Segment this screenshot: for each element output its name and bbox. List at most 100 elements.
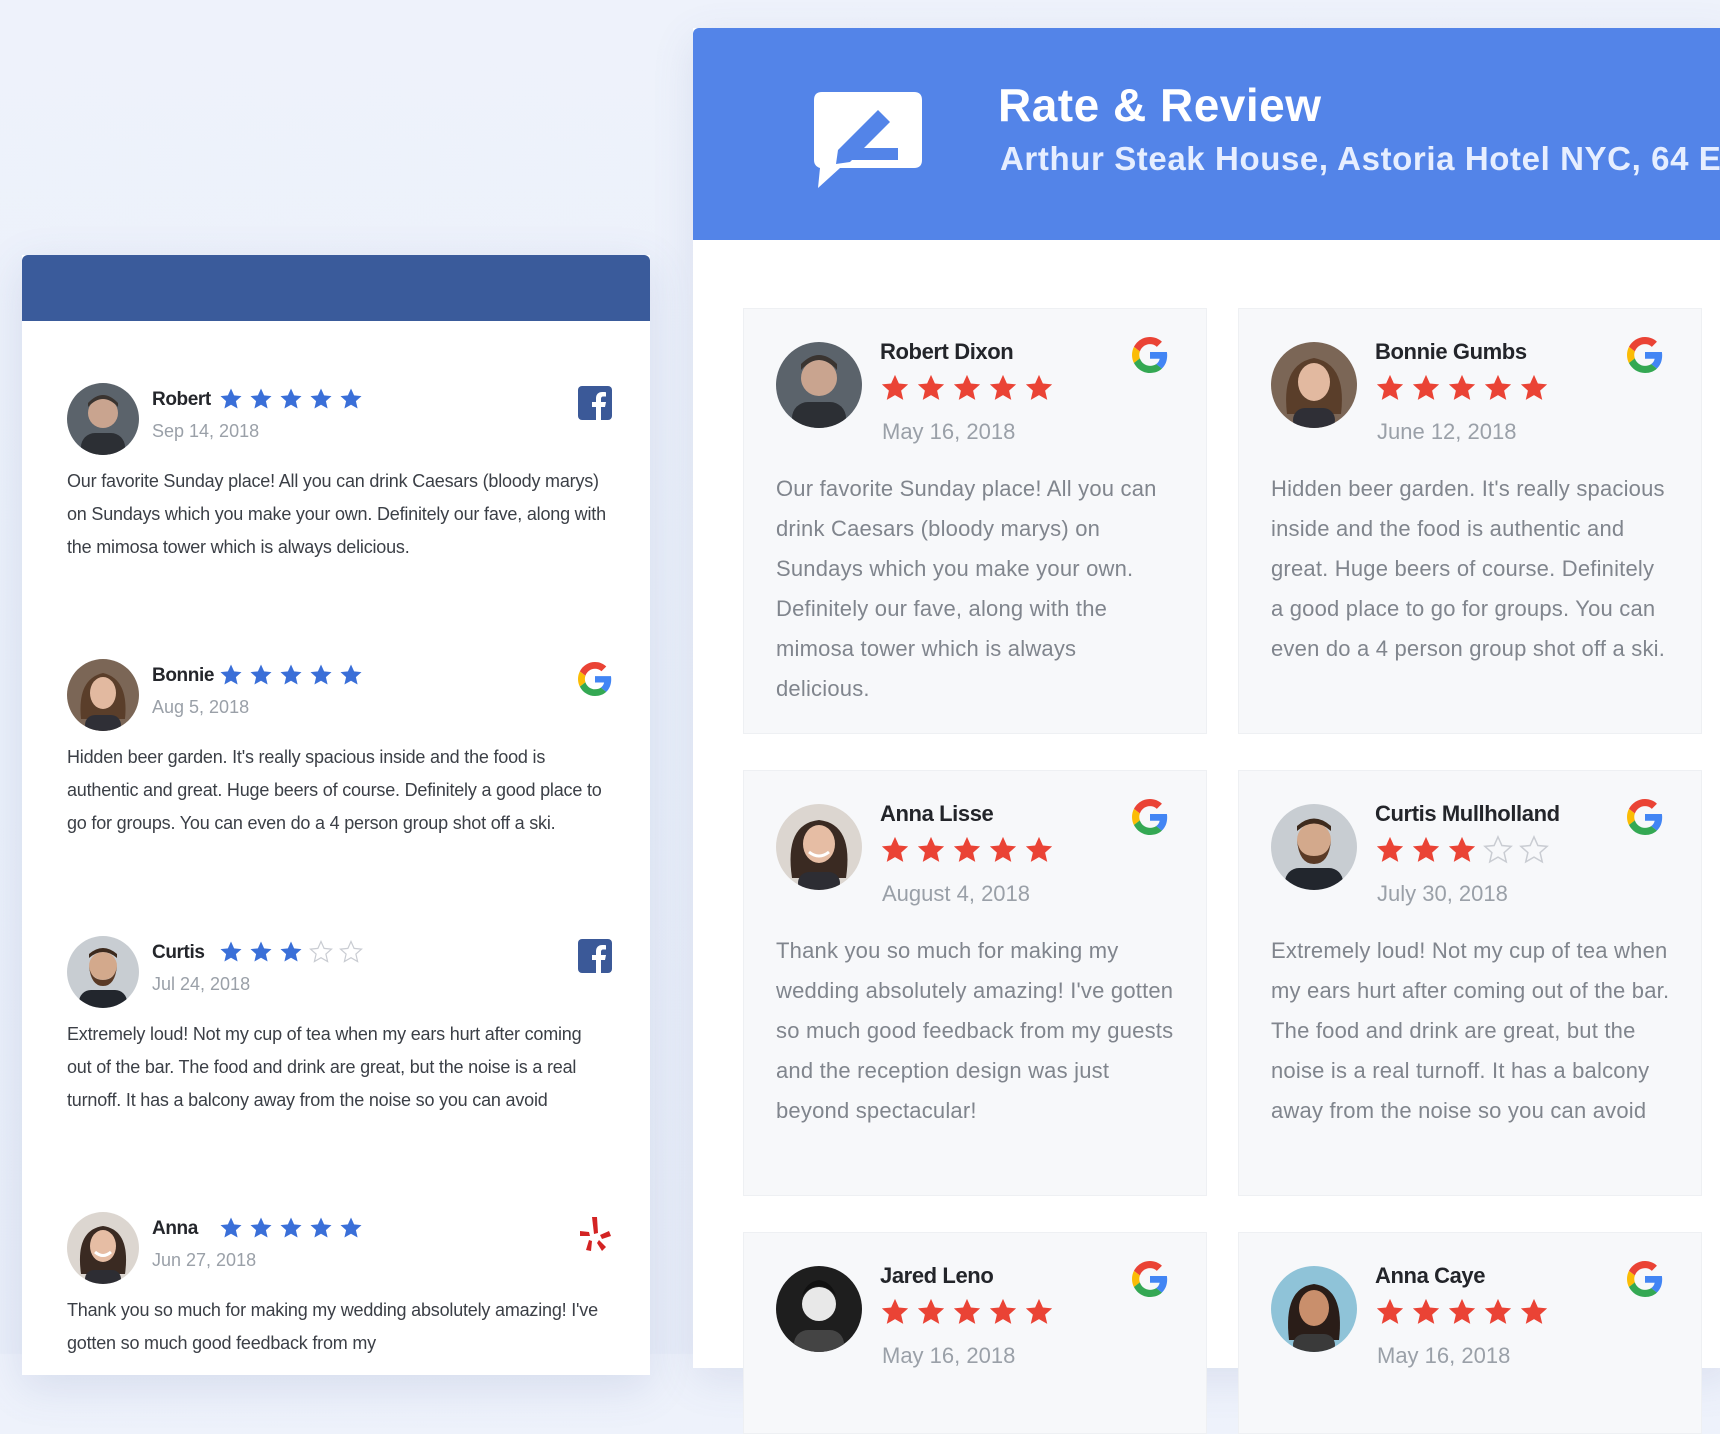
google-icon[interactable] <box>1132 1261 1168 1297</box>
review-date: Jul 24, 2018 <box>152 974 251 994</box>
avatar <box>67 659 139 731</box>
star-filled-icon <box>988 1297 1018 1332</box>
star-filled-icon <box>339 663 363 692</box>
star-filled-icon <box>249 940 273 969</box>
review-date: May 16, 2018 <box>882 419 1016 444</box>
reviewer-name: Jared Leno <box>880 1263 994 1288</box>
star-empty-icon <box>1519 835 1549 870</box>
review-text: Extremely loud! Not my cup of tea when m… <box>1271 938 1670 1123</box>
star-rating <box>1375 835 1555 870</box>
star-filled-icon <box>952 373 982 408</box>
review-date: July 30, 2018 <box>1377 881 1508 906</box>
rate-review-panel: Rate & Review Arthur Steak House, Astori… <box>693 28 1720 1434</box>
star-filled-icon <box>309 1216 333 1245</box>
yelp-icon[interactable] <box>578 1215 612 1251</box>
avatar <box>67 936 139 1008</box>
review-card[interactable]: Anna Lisse August 4, 2018 Thank you so m… <box>743 770 1207 1196</box>
review-card[interactable]: Bonnie Gumbs June 12, 2018 Hidden beer g… <box>1238 308 1702 734</box>
review-card[interactable]: Robert Dixon May 16, 2018 Our favorite S… <box>743 308 1207 734</box>
star-filled-icon <box>880 835 910 870</box>
panel-header: Rate & Review Arthur Steak House, Astori… <box>693 28 1720 240</box>
star-filled-icon <box>916 373 946 408</box>
star-rating <box>219 1216 369 1245</box>
star-filled-icon <box>279 1216 303 1245</box>
star-filled-icon <box>916 1297 946 1332</box>
review-date: Jun 27, 2018 <box>152 1250 257 1270</box>
reviewer-name: Robert <box>152 389 211 410</box>
star-filled-icon <box>1447 373 1477 408</box>
list-item[interactable]: Anna Jun 27, 2018 Thank you so much for … <box>67 1212 612 1372</box>
star-rating <box>880 835 1060 870</box>
star-empty-icon <box>1483 835 1513 870</box>
review-card[interactable]: Jared Leno May 16, 2018 <box>743 1232 1207 1434</box>
star-filled-icon <box>279 663 303 692</box>
reviewer-name: Curtis Mullholland <box>1375 801 1560 826</box>
facebook-icon[interactable] <box>578 939 612 973</box>
reviewer-name: Curtis <box>152 942 205 963</box>
google-icon[interactable] <box>1132 337 1168 373</box>
review-date: June 12, 2018 <box>1377 419 1517 444</box>
avatar <box>1271 342 1357 428</box>
star-filled-icon <box>1375 373 1405 408</box>
avatar <box>67 1212 139 1284</box>
review-date: May 16, 2018 <box>1377 1343 1511 1368</box>
avatar <box>1271 1266 1357 1352</box>
review-date: August 4, 2018 <box>882 881 1031 906</box>
star-filled-icon <box>1447 835 1477 870</box>
review-card[interactable]: Curtis Mullholland July 30, 2018 Extreme… <box>1238 770 1702 1196</box>
star-filled-icon <box>1375 1297 1405 1332</box>
star-filled-icon <box>219 1216 243 1245</box>
list-item[interactable]: Robert Sep 14, 2018 Our favorite Sunday … <box>67 383 612 593</box>
reviewer-name: Bonnie Gumbs <box>1375 339 1527 364</box>
star-filled-icon <box>1483 1297 1513 1332</box>
list-item[interactable]: Curtis Jul 24, 2018 Extremely loud! Not … <box>67 936 612 1146</box>
star-rating <box>880 1297 1060 1332</box>
star-filled-icon <box>1519 1297 1549 1332</box>
business-address: Arthur Steak House, Astoria Hotel NYC, 6… <box>1000 140 1720 177</box>
google-icon[interactable] <box>1627 1261 1663 1297</box>
star-filled-icon <box>1024 835 1054 870</box>
star-rating <box>1375 1297 1555 1332</box>
star-filled-icon <box>1375 835 1405 870</box>
review-card[interactable]: Anna Caye May 16, 2018 <box>1238 1232 1702 1434</box>
page-title: Rate & Review <box>998 79 1322 131</box>
star-filled-icon <box>1024 1297 1054 1332</box>
review-text: Extremely loud! Not my cup of tea when m… <box>67 1024 582 1110</box>
star-rating <box>219 663 369 692</box>
reviewer-name: Anna Caye <box>1375 1263 1486 1288</box>
review-widget-list: Robert Sep 14, 2018 Our favorite Sunday … <box>22 255 650 1375</box>
review-date: Aug 5, 2018 <box>152 697 250 717</box>
star-filled-icon <box>309 663 333 692</box>
list-item[interactable]: Bonnie Aug 5, 2018 Hidden beer garden. I… <box>67 659 612 869</box>
reviewer-name: Anna Lisse <box>880 801 994 826</box>
avatar <box>1271 804 1357 890</box>
review-text: Hidden beer garden. It's really spacious… <box>1271 476 1666 661</box>
star-filled-icon <box>880 1297 910 1332</box>
star-filled-icon <box>1411 1297 1441 1332</box>
star-filled-icon <box>249 1216 273 1245</box>
star-filled-icon <box>249 663 273 692</box>
star-filled-icon <box>219 940 243 969</box>
star-filled-icon <box>1411 373 1441 408</box>
review-logo-icon <box>808 86 928 196</box>
google-icon[interactable] <box>578 662 612 696</box>
star-filled-icon <box>952 835 982 870</box>
google-icon[interactable] <box>1627 337 1663 373</box>
star-filled-icon <box>1483 373 1513 408</box>
avatar <box>776 342 862 428</box>
google-icon[interactable] <box>1132 799 1168 835</box>
star-empty-icon <box>309 940 333 969</box>
avatar <box>67 383 139 455</box>
facebook-icon[interactable] <box>578 386 612 420</box>
star-filled-icon <box>219 387 243 416</box>
star-filled-icon <box>1447 1297 1477 1332</box>
star-empty-icon <box>339 940 363 969</box>
review-text: Hidden beer garden. It's really spacious… <box>67 747 602 833</box>
avatar <box>776 804 862 890</box>
avatar <box>776 1266 862 1352</box>
review-text: Our favorite Sunday place! All you can d… <box>67 471 606 557</box>
review-date: Sep 14, 2018 <box>152 421 260 441</box>
google-icon[interactable] <box>1627 799 1663 835</box>
star-filled-icon <box>219 663 243 692</box>
star-filled-icon <box>279 387 303 416</box>
